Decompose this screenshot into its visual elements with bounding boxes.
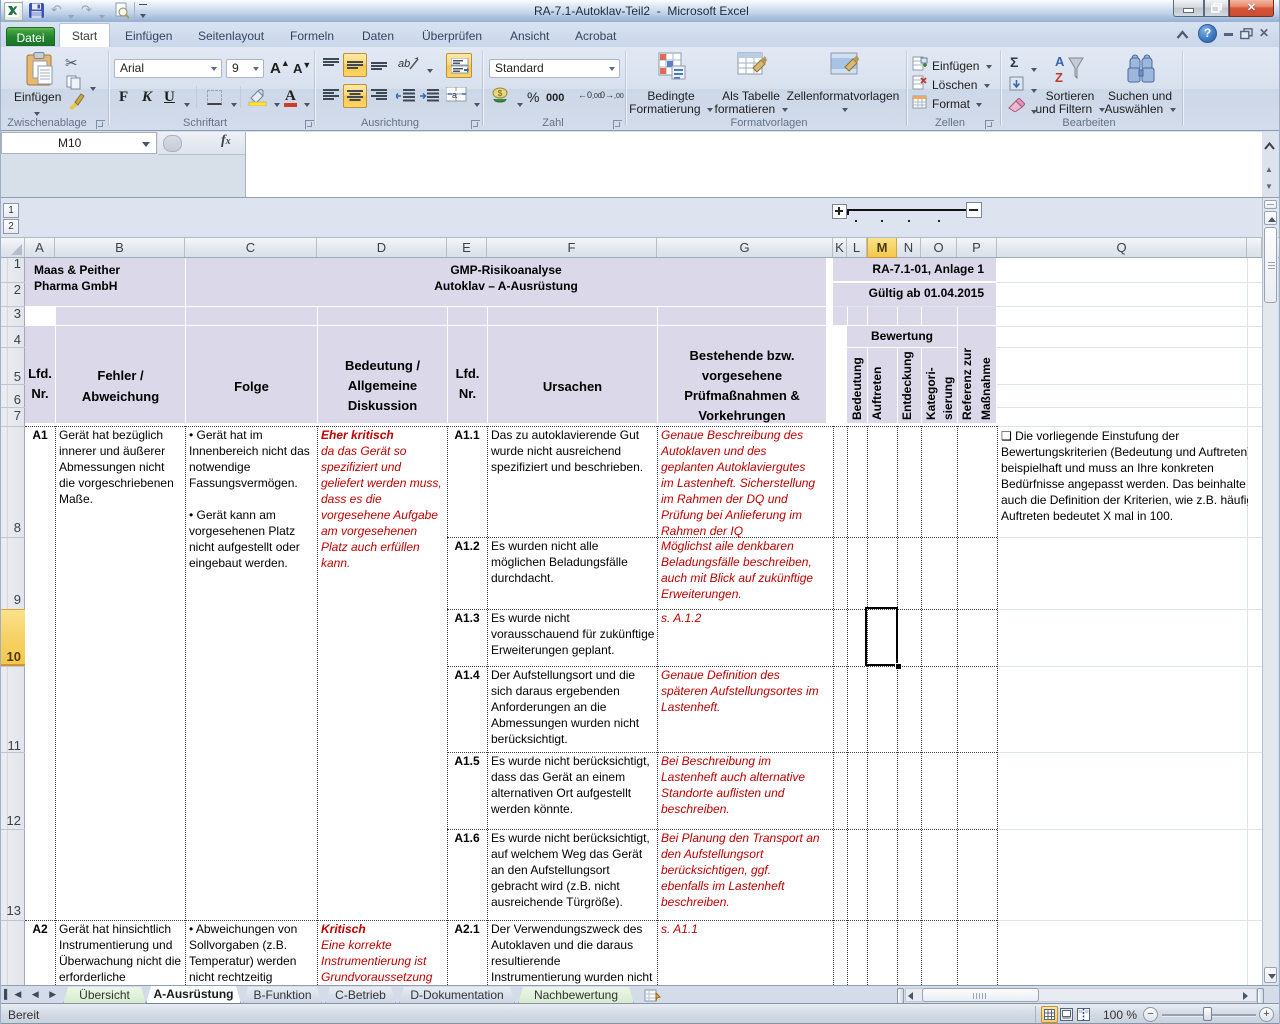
svg-text:Z: Z (1055, 70, 1063, 85)
svg-text:A: A (1055, 54, 1065, 69)
svg-text:ab: ab (398, 58, 410, 70)
svg-text:$: $ (498, 89, 503, 98)
svg-text:a: a (452, 90, 457, 100)
